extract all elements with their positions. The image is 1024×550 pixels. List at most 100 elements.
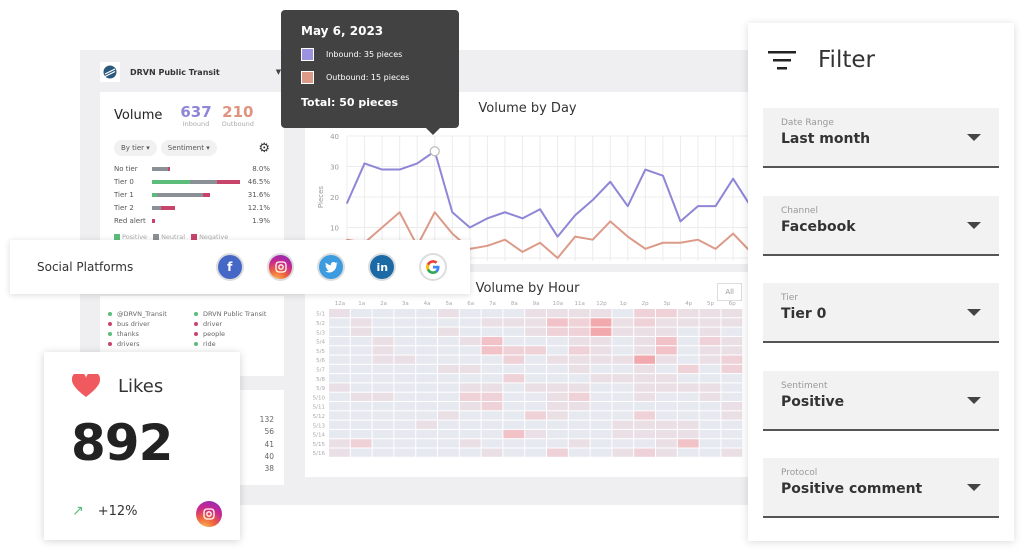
heatmap-cell [438,429,459,439]
x-tick-label: May 18 [625,263,648,264]
heatmap-cell [547,364,568,374]
y-tick-label: 5/6 [316,358,325,364]
heatmap-cell [459,420,481,429]
x-tick-label: 2a [380,301,387,307]
heatmap-cell [721,383,743,392]
word-text: @DRVN_Transit [117,310,167,318]
google-icon[interactable] [419,253,448,281]
chart-tooltip: May 6, 2023 Inbound: 35 pieces Outbound:… [281,10,459,135]
heatmap-cell [612,336,634,346]
x-tick-label: 1a [358,301,365,307]
data-point [363,162,366,165]
heatmap-cell [394,318,416,327]
heatmap-cell [459,318,481,327]
heatmap-cell [525,318,546,327]
filter-date-range-select[interactable]: Date Range Last month [763,108,999,168]
heatmap-cell [481,383,503,392]
y-tick-label: 5/8 [316,377,325,383]
y-tick-label: 5/12 [313,414,325,420]
heatmap-cell [590,309,612,318]
x-tick-label: 5p [707,301,714,307]
x-tick-label: 9a [533,301,540,307]
heatmap-cell [438,383,459,392]
x-tick-label: 3a [402,301,409,307]
gear-icon[interactable]: ⚙ [258,141,270,156]
heatmap-cell [721,402,743,411]
heatmap-cell [677,374,699,383]
heart-icon [72,374,100,397]
heatmap-cell [634,309,655,318]
count-value: 41 [264,439,274,449]
heatmap-cell [503,429,525,439]
sentiment-dot [108,332,112,336]
outbound-stat: 210 Outbound [222,104,254,128]
heatmap-cell [459,429,481,439]
heatmap-cell [634,383,655,392]
heatmap-cell [459,346,481,355]
tier-segment-neg [161,205,175,210]
social-platforms-card: Social Platforms f in [10,240,470,294]
tier-pct: 1.9% [252,216,270,225]
heatmap-cell [547,346,568,355]
heatmap-cell [503,355,525,364]
heatmap-cell [612,327,634,336]
heatmap-cell [634,327,655,336]
data-point [486,245,489,247]
heatmap-cell [525,383,546,392]
heatmap-cell [634,429,655,439]
instagram-icon[interactable] [266,253,295,281]
word-text: people [203,330,226,338]
filter-tier-select[interactable]: Tier Tier 0 [763,283,999,343]
x-tick-label: 10a [553,301,563,307]
heatmap-cell [416,448,437,457]
field-value: Facebook [781,218,856,235]
heatmap-cell [459,392,481,401]
heatmap-cell [677,439,699,448]
likes-card: Likes 892 ↗ +12% [44,352,240,540]
heatmap-cell [394,355,416,364]
heatmap-cell [612,392,634,401]
heatmap-cell [721,309,743,318]
linkedin-icon[interactable]: in [368,253,397,281]
tier-pct: 31.6% [247,190,270,199]
heatmap-cell [329,411,350,420]
heatmap-cell [372,327,394,336]
data-point [732,177,734,180]
sentiment-dropdown[interactable]: Sentiment ▾ [160,140,217,156]
facebook-icon[interactable]: f [215,253,244,281]
x-tick-label: May 22 [695,263,718,264]
heatmap-cell [656,392,677,401]
outbound-swatch [301,71,314,84]
heatmap-cell [350,346,372,355]
heatmap-cell [459,364,481,374]
caret-down-icon [967,134,981,141]
heatmap-cell [416,392,437,401]
filter-protocol-select[interactable]: Protocol Positive comment [763,458,999,518]
filter-sentiment-select[interactable]: Sentiment Positive [763,370,999,431]
data-point [591,199,594,201]
heatmap-cell [459,327,481,336]
heatmap-cell [612,402,634,411]
heatmap-cell [568,309,590,318]
heatmap-cell [677,309,699,318]
heatmap-cell [481,411,503,420]
by-tier-dropdown[interactable]: By tier ▾ [114,140,157,156]
heatmap-cell [568,336,590,346]
filter-channel-select[interactable]: Channel Facebook [763,195,999,256]
y-tick-label: 5/9 [316,386,325,392]
heatmap-cell [612,448,634,457]
heatmap-cell [612,439,634,448]
twitter-icon[interactable] [317,253,346,281]
heatmap-cell [634,364,655,374]
tier-label: Tier 0 [114,177,134,186]
heatmap-cell [656,318,677,327]
filter-title: Filter [818,47,875,73]
heatmap-cell [590,402,612,411]
brand-switcher[interactable]: DRVN Public Transit ▼ [100,62,281,82]
heatmap-cell [416,346,437,355]
heatmap-cell [656,355,677,364]
heatmap-cell [634,439,655,448]
tier-pct: 8.0% [252,164,270,173]
heatmap-cell [568,318,590,327]
heatmap-cell [329,346,350,355]
